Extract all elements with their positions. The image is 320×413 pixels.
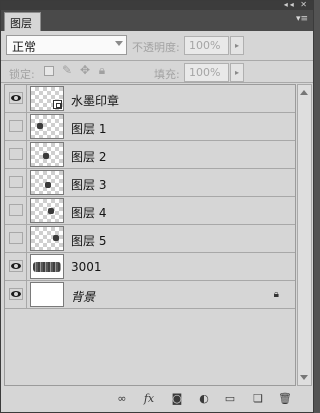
lock-transparent-icon[interactable] (44, 66, 54, 76)
smart-object-icon (53, 100, 62, 109)
layers-panel: ◂◂ ✕ 图层 ▾≡ 正常 不透明度: 100% ▸ 锁定: ✎ ✥ 🔒︎ 填充… (0, 0, 314, 413)
link-icon[interactable]: ∞ (114, 392, 130, 406)
layer-name[interactable]: 背景 (71, 288, 95, 305)
eye-icon[interactable] (9, 120, 23, 132)
layer-row[interactable]: 3001 (5, 253, 295, 281)
layer-thumbnail (30, 198, 64, 223)
opacity-label: 不透明度: (132, 41, 180, 54)
ink-blot (48, 208, 54, 214)
layer-row[interactable]: 水墨印章 (5, 85, 295, 113)
fill-field[interactable]: 100% (184, 63, 229, 82)
visibility-cell[interactable] (5, 281, 27, 308)
ink-texture (33, 262, 61, 272)
panel-footer: ∞ fx ◙ ◐ ▭ ❏ 🗑︎ (1, 387, 313, 412)
layer-thumbnail (30, 254, 64, 279)
ink-blot (45, 182, 51, 188)
layer-row[interactable]: 图层 1 (5, 113, 295, 141)
group-folder-icon[interactable]: ▭ (222, 392, 238, 406)
blend-mode-value: 正常 (12, 40, 37, 54)
eye-icon[interactable] (9, 148, 23, 160)
adjustment-icon[interactable]: ◐ (196, 392, 212, 406)
new-layer-icon[interactable]: ❏ (250, 392, 266, 406)
eye-icon[interactable] (9, 204, 23, 216)
visibility-cell[interactable] (5, 253, 27, 280)
visibility-cell[interactable] (5, 113, 27, 140)
ink-blot (53, 235, 59, 241)
layer-row[interactable]: 图层 3 (5, 169, 295, 197)
layer-row[interactable]: 图层 2 (5, 141, 295, 169)
layer-row[interactable]: 图层 5 (5, 225, 295, 253)
layer-name[interactable]: 图层 1 (71, 120, 106, 137)
ink-blot (43, 153, 49, 159)
visibility-cell[interactable] (5, 169, 27, 196)
layer-thumbnail (30, 86, 64, 111)
eye-icon[interactable] (9, 176, 23, 188)
ink-blot (37, 123, 43, 129)
eye-icon[interactable] (9, 288, 23, 300)
eye-icon[interactable] (9, 92, 23, 104)
lock-position-icon[interactable]: ✥ (79, 64, 91, 76)
lock-label: 锁定: (9, 68, 35, 81)
divider (1, 82, 313, 83)
trash-icon[interactable]: 🗑︎ (277, 392, 293, 406)
fill-label: 填充: (154, 68, 180, 81)
chevron-down-icon (115, 41, 123, 46)
tab-row: 图层 ▾≡ (1, 10, 313, 31)
lock-all-icon[interactable]: 🔒︎ (96, 64, 108, 76)
scrollbar[interactable] (297, 84, 312, 386)
layer-name[interactable]: 3001 (71, 260, 102, 274)
lock-image-icon[interactable]: ✎ (61, 64, 73, 76)
mask-icon[interactable]: ◙ (169, 392, 185, 406)
visibility-cell[interactable] (5, 141, 27, 168)
tab-layers[interactable]: 图层 (4, 12, 41, 31)
layer-name[interactable]: 图层 4 (71, 204, 106, 221)
panel-titlebar: ◂◂ ✕ (1, 0, 313, 10)
layer-name[interactable]: 图层 2 (71, 148, 106, 165)
lock-icon: 🔒︎ (273, 289, 279, 300)
window-controls[interactable]: ◂◂ ✕ (284, 0, 309, 9)
layer-row[interactable]: 图层 4 (5, 197, 295, 225)
opacity-field[interactable]: 100% (184, 36, 229, 55)
layer-name[interactable]: 水墨印章 (71, 92, 119, 109)
layer-thumbnail (30, 170, 64, 195)
blend-mode-select[interactable]: 正常 (6, 35, 127, 55)
eye-icon[interactable] (9, 260, 23, 272)
layer-thumbnail (30, 114, 64, 139)
layer-name[interactable]: 图层 3 (71, 176, 106, 193)
eye-icon[interactable] (9, 232, 23, 244)
scroll-up-icon[interactable] (300, 90, 308, 95)
fx-icon[interactable]: fx (141, 392, 157, 406)
visibility-cell[interactable] (5, 197, 27, 224)
fill-slider-button[interactable]: ▸ (230, 63, 244, 82)
scroll-down-icon[interactable] (300, 375, 308, 380)
layer-thumbnail (30, 226, 64, 251)
layer-thumbnail (30, 282, 64, 307)
panel-menu-icon[interactable]: ▾≡ (296, 14, 308, 24)
visibility-cell[interactable] (5, 225, 27, 252)
opacity-slider-button[interactable]: ▸ (230, 36, 244, 55)
layer-thumbnail (30, 142, 64, 167)
visibility-cell[interactable] (5, 85, 27, 112)
layer-name[interactable]: 图层 5 (71, 232, 106, 249)
layer-row[interactable]: 背景 🔒︎ (5, 281, 295, 309)
layers-list: 水墨印章 图层 1 图层 2 图层 3 图层 4 图层 5 3001 背景 🔒︎ (4, 84, 296, 386)
divider (1, 60, 313, 61)
